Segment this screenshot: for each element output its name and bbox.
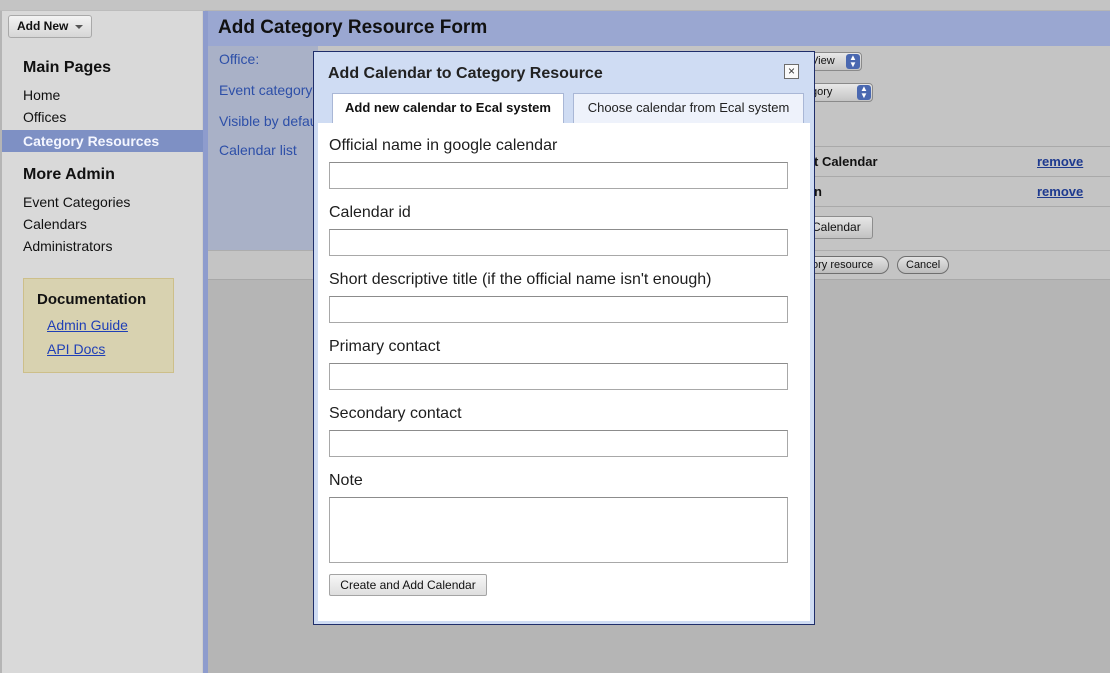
chevron-down-icon xyxy=(75,25,83,29)
calendar-list-label: Calendar list xyxy=(219,142,297,158)
office-select[interactable]: View ▲ ▼ xyxy=(808,52,862,71)
close-icon[interactable]: × xyxy=(784,64,799,79)
calendar-id-input[interactable] xyxy=(329,229,788,256)
add-new-label: Add New xyxy=(17,19,69,33)
visible-by-default-label: Visible by defau xyxy=(219,113,318,129)
dialog-title: Add Calendar to Category Resource xyxy=(328,65,603,82)
more-admin-heading: More Admin xyxy=(23,166,115,183)
cancel-button[interactable]: Cancel xyxy=(897,256,950,274)
select-arrows-icon: ▲ ▼ xyxy=(857,85,871,100)
calendar-row-name: t Calendar xyxy=(814,154,878,169)
main-pages-heading: Main Pages xyxy=(23,59,112,76)
remove-calendar-link[interactable]: remove xyxy=(1037,184,1083,199)
add-new-button[interactable]: Add New xyxy=(8,15,92,38)
event-category-select[interactable]: gory ▲ ▼ xyxy=(808,83,873,102)
add-calendar-button[interactable]: Calendar xyxy=(808,216,873,239)
event-category-label: Event category xyxy=(219,82,313,98)
save-category-resource-button[interactable]: ory resource xyxy=(803,256,889,274)
sidebar-item-category-resources[interactable]: Category Resources xyxy=(2,130,203,152)
sidebar-item-administrators[interactable]: Administrators xyxy=(23,238,112,254)
page-header: Add Category Resource Form xyxy=(208,11,1110,46)
primary-contact-label: Primary contact xyxy=(329,338,441,355)
tab-add-new-calendar[interactable]: Add new calendar to Ecal system xyxy=(332,93,564,124)
short-title-label: Short descriptive title (if the official… xyxy=(329,271,712,288)
sidebar-item-calendars[interactable]: Calendars xyxy=(23,216,87,232)
primary-contact-input[interactable] xyxy=(329,363,788,390)
documentation-box: Documentation Admin Guide API Docs xyxy=(23,278,174,373)
note-label: Note xyxy=(329,472,363,489)
calendar-id-label: Calendar id xyxy=(329,204,411,221)
admin-guide-link[interactable]: Admin Guide xyxy=(47,317,128,333)
sidebar: Add New Main Pages Home Offices Category… xyxy=(2,11,203,673)
dialog-body: Official name in google calendar Calenda… xyxy=(318,123,810,621)
note-textarea[interactable] xyxy=(329,497,788,563)
secondary-contact-label: Secondary contact xyxy=(329,405,462,422)
remove-calendar-link[interactable]: remove xyxy=(1037,154,1083,169)
short-title-input[interactable] xyxy=(329,296,788,323)
office-label: Office: xyxy=(219,51,260,67)
official-name-label: Official name in google calendar xyxy=(329,137,558,154)
create-and-add-calendar-button[interactable]: Create and Add Calendar xyxy=(329,574,487,596)
api-docs-link[interactable]: API Docs xyxy=(47,341,105,357)
official-name-input[interactable] xyxy=(329,162,788,189)
secondary-contact-input[interactable] xyxy=(329,430,788,457)
documentation-title: Documentation xyxy=(37,291,147,308)
page-title: Add Category Resource Form xyxy=(218,17,488,38)
tab-choose-calendar[interactable]: Choose calendar from Ecal system xyxy=(573,93,804,123)
sidebar-item-home[interactable]: Home xyxy=(23,87,60,103)
sidebar-item-event-categories[interactable]: Event Categories xyxy=(23,194,130,210)
top-strip xyxy=(0,0,1110,10)
add-calendar-dialog: Add Calendar to Category Resource × Add … xyxy=(313,51,815,625)
sidebar-item-offices[interactable]: Offices xyxy=(23,109,66,125)
select-arrows-icon: ▲ ▼ xyxy=(846,54,860,69)
calendar-row-name: n xyxy=(814,184,822,199)
